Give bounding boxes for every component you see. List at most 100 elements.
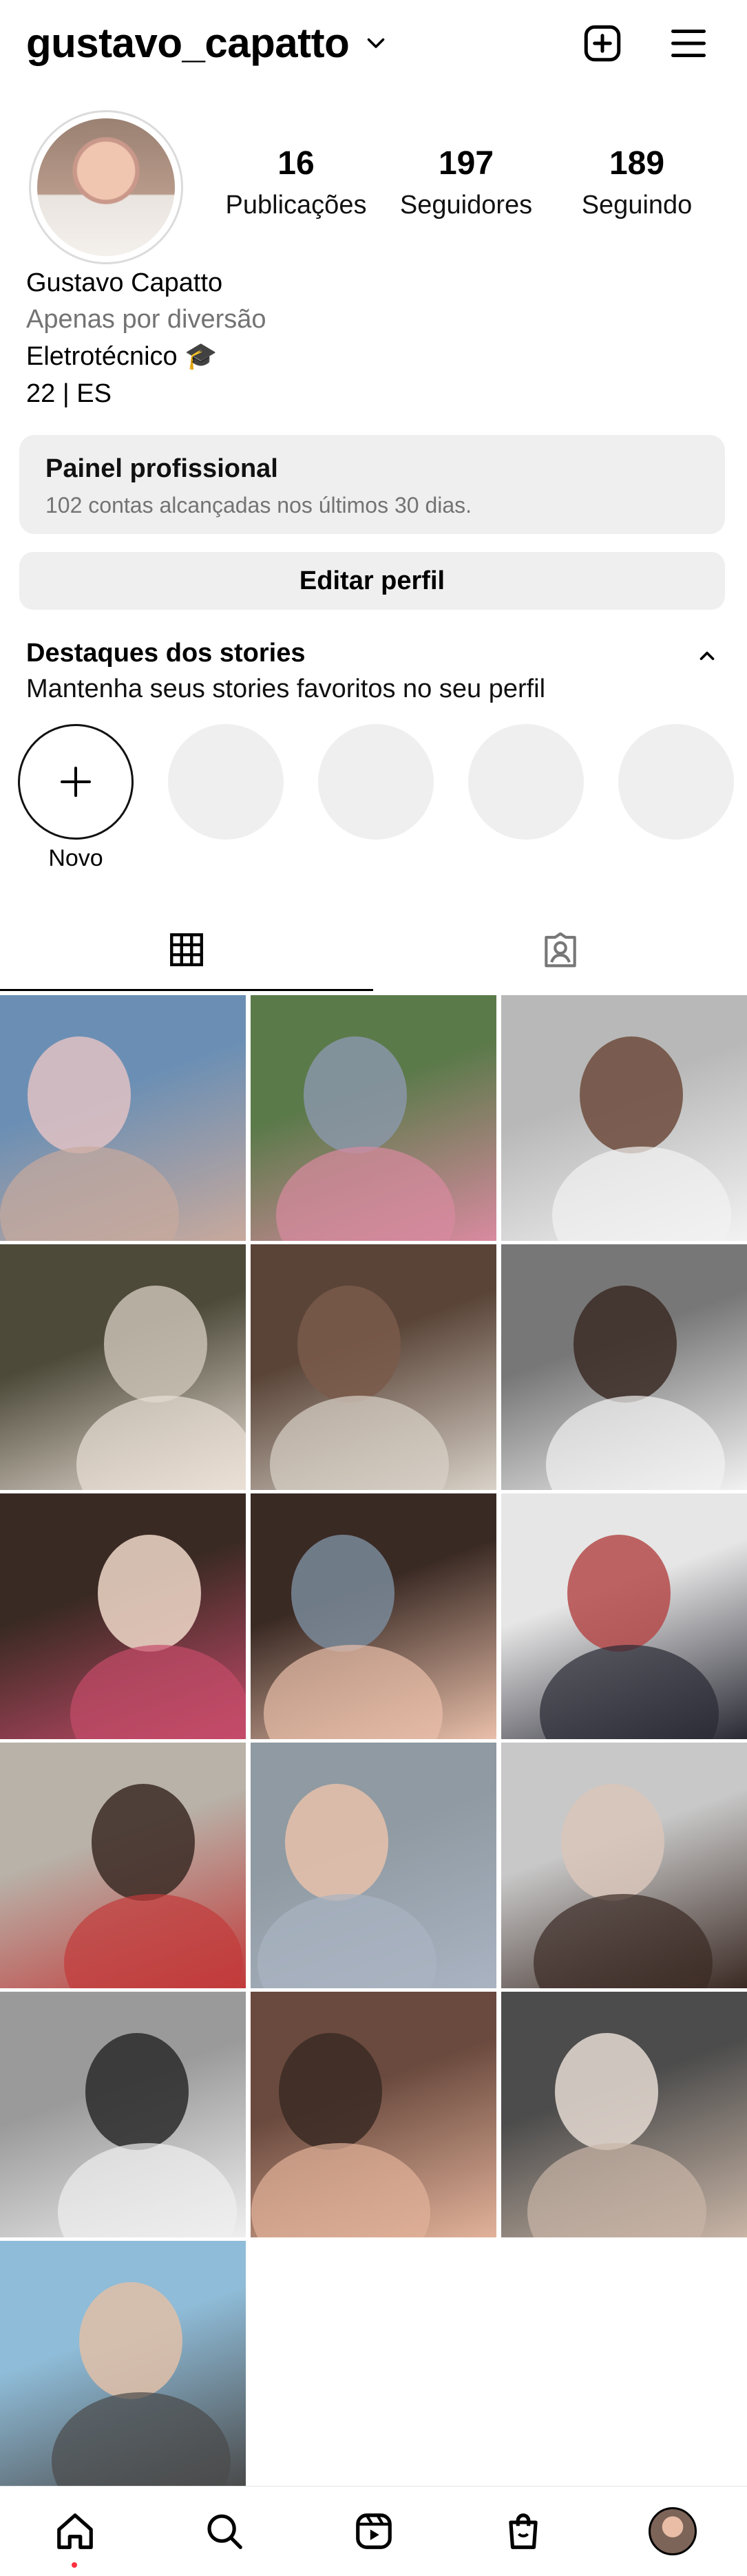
shop-icon — [508, 2513, 538, 2549]
post-thumbnail[interactable] — [0, 2241, 246, 2487]
menu-icon — [671, 30, 706, 57]
stat-following[interactable]: 189 Seguindo — [571, 145, 702, 220]
nav-home[interactable] — [0, 2487, 149, 2576]
photo-subject — [304, 1036, 407, 1153]
top-bar: gustavo_capatto — [0, 0, 747, 89]
tagged-icon — [545, 932, 576, 968]
chevron-down-icon[interactable] — [364, 30, 388, 55]
photo-subject — [291, 1535, 394, 1652]
notification-dot — [72, 2562, 77, 2568]
photo-subject — [527, 2143, 706, 2237]
post-thumbnail[interactable] — [501, 1992, 747, 2237]
add-post-button[interactable] — [578, 19, 627, 67]
stat-following-label: Seguindo — [581, 191, 693, 220]
post-thumbnail[interactable] — [501, 1493, 747, 1739]
photo-subject — [104, 1286, 207, 1403]
home-icon — [56, 2513, 93, 2549]
photo-subject — [546, 1396, 725, 1490]
photo-subject — [264, 1645, 443, 1739]
nav-shop[interactable] — [448, 2487, 598, 2576]
nav-search[interactable] — [149, 2487, 299, 2576]
profile-avatar[interactable] — [29, 110, 183, 264]
chevron-up-icon[interactable] — [695, 644, 719, 668]
photo-subject — [552, 1147, 731, 1241]
post-thumbnail[interactable] — [501, 1743, 747, 1988]
photo-subject — [534, 1894, 713, 1988]
post-thumbnail[interactable] — [251, 1493, 496, 1739]
highlight-placeholder — [468, 724, 584, 840]
post-thumbnail[interactable] — [0, 1992, 246, 2237]
stat-following-count: 189 — [609, 145, 665, 182]
highlights-subtitle: Mantenha seus stories favoritos no seu p… — [26, 674, 546, 703]
post-thumbnail[interactable] — [251, 1743, 496, 1988]
photo-subject — [297, 1286, 401, 1403]
photo-subject — [561, 1784, 664, 1901]
highlight-placeholder — [618, 724, 734, 840]
bottom-navigation — [0, 2486, 747, 2576]
photo-subject — [98, 1535, 201, 1652]
post-thumbnail[interactable] — [501, 995, 747, 1241]
edit-profile-button[interactable]: Editar perfil — [19, 552, 725, 610]
post-thumbnail[interactable] — [0, 1244, 246, 1490]
new-highlight-label: Novo — [48, 845, 103, 871]
profile-name: Gustavo Capatto — [26, 268, 223, 297]
highlight-placeholder — [168, 724, 284, 840]
highlights-title: Destaques dos stories — [26, 639, 306, 668]
new-highlight-button[interactable] — [18, 724, 134, 840]
bio-line-2: 22 | ES — [26, 379, 112, 408]
stat-posts[interactable]: 16 Publicações — [220, 145, 372, 220]
photo-subject — [79, 2282, 182, 2399]
photo-subject — [257, 1894, 436, 1988]
professional-dashboard-title: Painel profissional — [45, 454, 278, 483]
photo-subject — [52, 2392, 231, 2487]
search-icon — [207, 2514, 242, 2549]
post-thumbnail[interactable] — [251, 1244, 496, 1490]
grid-icon — [170, 933, 203, 966]
profile-category: Apenas por diversão — [26, 305, 266, 334]
photo-subject — [251, 2143, 430, 2237]
post-thumbnail[interactable] — [251, 995, 496, 1241]
photo-subject — [0, 1147, 179, 1241]
menu-button[interactable] — [664, 19, 713, 67]
stat-followers-label: Seguidores — [399, 191, 533, 220]
photo-subject — [28, 1036, 131, 1153]
nav-reels[interactable] — [299, 2487, 448, 2576]
photo-subject — [92, 1784, 195, 1901]
post-thumbnail[interactable] — [501, 1244, 747, 1490]
plus-icon — [61, 767, 91, 797]
reels-icon — [355, 2513, 392, 2549]
post-thumbnail[interactable] — [0, 1743, 246, 1988]
photo-subject — [540, 1645, 719, 1739]
photo-subject — [580, 1036, 683, 1153]
active-tab-indicator — [0, 989, 373, 991]
profile-picture — [37, 118, 175, 256]
photo-subject — [70, 1645, 246, 1739]
post-thumbnail[interactable] — [0, 1493, 246, 1739]
photo-subject — [555, 2033, 658, 2150]
professional-dashboard-card[interactable]: Painel profissional 102 contas alcançada… — [19, 435, 725, 534]
photo-subject — [285, 1784, 388, 1901]
photo-subject — [567, 1535, 671, 1652]
nav-profile[interactable] — [598, 2487, 747, 2576]
photo-subject — [574, 1286, 677, 1403]
photo-subject — [76, 1396, 246, 1490]
photo-subject — [270, 1396, 449, 1490]
highlight-placeholder — [318, 724, 434, 840]
photo-subject — [279, 2033, 382, 2150]
photo-subject — [58, 2143, 237, 2237]
stat-posts-count: 16 — [277, 145, 315, 182]
post-thumbnail[interactable] — [0, 995, 246, 1241]
tab-posts-grid[interactable] — [0, 908, 373, 991]
profile-avatar-icon — [648, 2507, 697, 2555]
photo-subject — [276, 1147, 455, 1241]
username-title[interactable]: gustavo_capatto — [26, 19, 350, 67]
stat-followers[interactable]: 197 Seguidores — [394, 145, 538, 220]
stat-posts-label: Publicações — [225, 191, 367, 220]
professional-dashboard-subtitle: 102 contas alcançadas nos últimos 30 dia… — [45, 493, 472, 518]
add-post-icon — [584, 25, 621, 62]
photo-subject — [64, 1894, 243, 1988]
post-thumbnail[interactable] — [251, 1992, 496, 2237]
bio-line-1: Eletrotécnico 🎓 — [26, 342, 218, 371]
tab-tagged[interactable] — [374, 908, 747, 991]
stat-followers-count: 197 — [438, 145, 494, 182]
